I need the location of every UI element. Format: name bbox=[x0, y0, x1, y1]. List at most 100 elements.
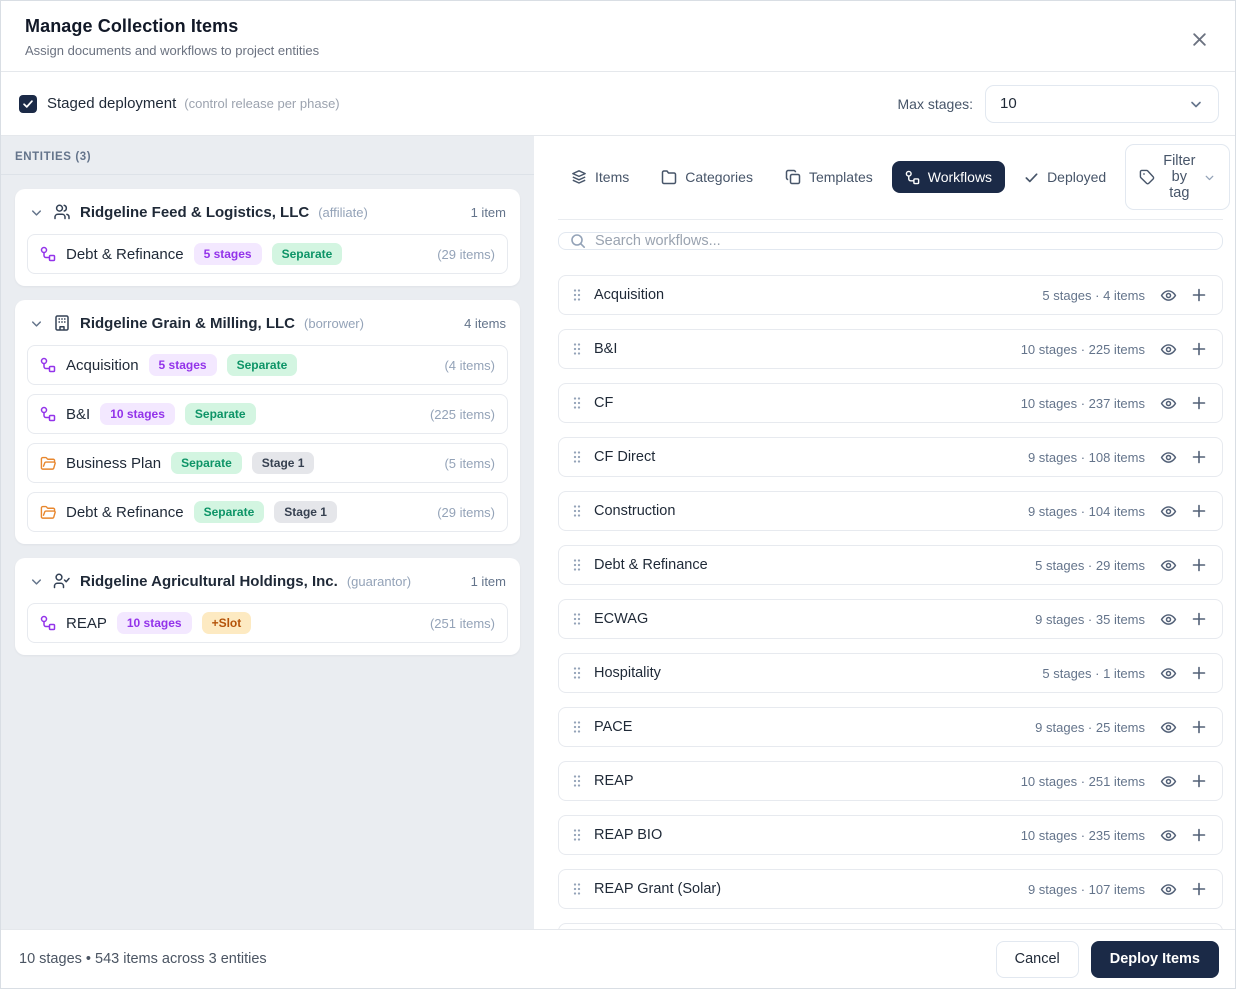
search-input[interactable] bbox=[595, 233, 1211, 249]
cancel-button[interactable]: Cancel bbox=[996, 941, 1079, 978]
filter-by-tag-button[interactable]: Filter by tag bbox=[1125, 144, 1230, 210]
tab-deployed[interactable]: Deployed bbox=[1011, 161, 1119, 193]
max-stages-select[interactable]: 10 bbox=[985, 85, 1219, 123]
entity-count: 4 items bbox=[464, 316, 506, 331]
eye-icon bbox=[1160, 395, 1177, 412]
tab-workflows[interactable]: Workflows bbox=[892, 161, 1005, 193]
workflow-name: Construction bbox=[594, 503, 675, 519]
add-workflow-button[interactable] bbox=[1186, 552, 1212, 578]
entity-group-card: Ridgeline Grain & Milling, LLC (borrower… bbox=[15, 300, 520, 544]
preview-workflow-button[interactable] bbox=[1155, 552, 1181, 578]
entity-count: 1 item bbox=[471, 574, 506, 589]
workflow-stats: 10 stages · 251 items bbox=[1021, 774, 1145, 789]
preview-workflow-button[interactable] bbox=[1155, 498, 1181, 524]
badge-separate: Separate bbox=[272, 243, 343, 265]
tab-items[interactable]: Items bbox=[558, 161, 642, 193]
workflow-row: ECWAG 9 stages · 35 items bbox=[558, 599, 1223, 639]
tab-categories[interactable]: Categories bbox=[648, 161, 766, 193]
tab-label: Deployed bbox=[1047, 169, 1106, 185]
drag-handle-icon[interactable] bbox=[570, 503, 584, 519]
modal-body: ENTITIES (3) Ridgeline Feed & Logistics,… bbox=[1, 136, 1235, 929]
preview-workflow-button[interactable] bbox=[1155, 336, 1181, 362]
badge-separate: Separate bbox=[227, 354, 298, 376]
drag-handle-icon[interactable] bbox=[570, 557, 584, 573]
workflow-list: Acquisition 5 stages · 4 items B&I 10 st… bbox=[558, 275, 1223, 929]
drag-handle-icon[interactable] bbox=[570, 611, 584, 627]
entity-group-header[interactable]: Ridgeline Feed & Logistics, LLC (affilia… bbox=[27, 201, 508, 225]
add-workflow-button[interactable] bbox=[1186, 660, 1212, 686]
preview-workflow-button[interactable] bbox=[1155, 660, 1181, 686]
staged-deployment-checkbox[interactable] bbox=[19, 95, 37, 113]
preview-workflow-button[interactable] bbox=[1155, 714, 1181, 740]
item-name: Acquisition bbox=[66, 357, 139, 374]
close-button[interactable] bbox=[1185, 25, 1213, 53]
eye-icon bbox=[1160, 665, 1177, 682]
workflow-stats: 9 stages · 108 items bbox=[1028, 450, 1145, 465]
options-bar: Staged deployment (control release per p… bbox=[1, 72, 1235, 136]
collapse-chevron-icon[interactable] bbox=[29, 316, 44, 331]
add-workflow-button[interactable] bbox=[1186, 768, 1212, 794]
drag-handle-icon[interactable] bbox=[570, 449, 584, 465]
deploy-items-button[interactable]: Deploy Items bbox=[1091, 941, 1219, 978]
drag-handle-icon[interactable] bbox=[570, 395, 584, 411]
preview-workflow-button[interactable] bbox=[1155, 282, 1181, 308]
modal-footer: 10 stages • 543 items across 3 entities … bbox=[1, 929, 1235, 988]
workflow-row: B&I 10 stages · 225 items bbox=[558, 329, 1223, 369]
add-workflow-button[interactable] bbox=[1186, 714, 1212, 740]
add-workflow-button[interactable] bbox=[1186, 876, 1212, 902]
add-workflow-button[interactable] bbox=[1186, 444, 1212, 470]
folder-open-icon bbox=[40, 455, 56, 471]
add-workflow-button[interactable] bbox=[1186, 606, 1212, 632]
add-workflow-button[interactable] bbox=[1186, 822, 1212, 848]
search-bar bbox=[558, 232, 1223, 250]
collapse-chevron-icon[interactable] bbox=[29, 205, 44, 220]
entity-group-header[interactable]: Ridgeline Grain & Milling, LLC (borrower… bbox=[27, 312, 508, 336]
preview-workflow-button[interactable] bbox=[1155, 876, 1181, 902]
drag-handle-icon[interactable] bbox=[570, 665, 584, 681]
preview-workflow-button[interactable] bbox=[1155, 606, 1181, 632]
add-workflow-button[interactable] bbox=[1186, 282, 1212, 308]
modal-header: Manage Collection Items Assign documents… bbox=[1, 1, 1235, 72]
drag-handle-icon[interactable] bbox=[570, 287, 584, 303]
add-workflow-button[interactable] bbox=[1186, 498, 1212, 524]
preview-workflow-button[interactable] bbox=[1155, 390, 1181, 416]
plus-icon bbox=[1191, 557, 1207, 573]
badge-separate: Separate bbox=[171, 452, 242, 474]
workflow-stats: 10 stages · 235 items bbox=[1021, 828, 1145, 843]
folder-open-icon bbox=[40, 504, 56, 520]
drag-handle-icon[interactable] bbox=[570, 341, 584, 357]
footer-summary: 10 stages • 543 items across 3 entities bbox=[19, 951, 267, 967]
add-workflow-button[interactable] bbox=[1186, 390, 1212, 416]
eye-icon bbox=[1160, 773, 1177, 790]
item-name: Business Plan bbox=[66, 455, 161, 472]
item-count: (251 items) bbox=[430, 616, 495, 631]
staged-deployment-hint: (control release per phase) bbox=[184, 96, 339, 111]
collapse-chevron-icon[interactable] bbox=[29, 574, 44, 589]
drag-handle-icon[interactable] bbox=[570, 773, 584, 789]
preview-workflow-button[interactable] bbox=[1155, 822, 1181, 848]
workflow-icon bbox=[40, 246, 56, 262]
plus-icon bbox=[1191, 449, 1207, 465]
plus-icon bbox=[1191, 287, 1207, 303]
preview-workflow-button[interactable] bbox=[1155, 444, 1181, 470]
entity-item-row: Debt & Refinance 5 stages Separate (29 i… bbox=[27, 234, 508, 274]
eye-icon bbox=[1160, 827, 1177, 844]
add-workflow-button[interactable] bbox=[1186, 336, 1212, 362]
item-name: Debt & Refinance bbox=[66, 504, 184, 521]
tab-templates[interactable]: Templates bbox=[772, 161, 886, 193]
layers-icon bbox=[571, 169, 587, 185]
drag-handle-icon[interactable] bbox=[570, 881, 584, 897]
plus-icon bbox=[1191, 503, 1207, 519]
drag-handle-icon[interactable] bbox=[570, 827, 584, 843]
check-icon bbox=[1024, 170, 1039, 185]
drag-handle-icon[interactable] bbox=[570, 719, 584, 735]
entity-item-row: B&I 10 stages Separate (225 items) bbox=[27, 394, 508, 434]
entity-group-header[interactable]: Ridgeline Agricultural Holdings, Inc. (g… bbox=[27, 570, 508, 594]
badge-stage: Stage 1 bbox=[252, 452, 315, 474]
workflow-name: PACE bbox=[594, 719, 632, 735]
workflow-stats: 5 stages · 4 items bbox=[1042, 288, 1145, 303]
plus-icon bbox=[1191, 611, 1207, 627]
eye-icon bbox=[1160, 719, 1177, 736]
preview-workflow-button[interactable] bbox=[1155, 768, 1181, 794]
tab-label: Templates bbox=[809, 169, 873, 185]
